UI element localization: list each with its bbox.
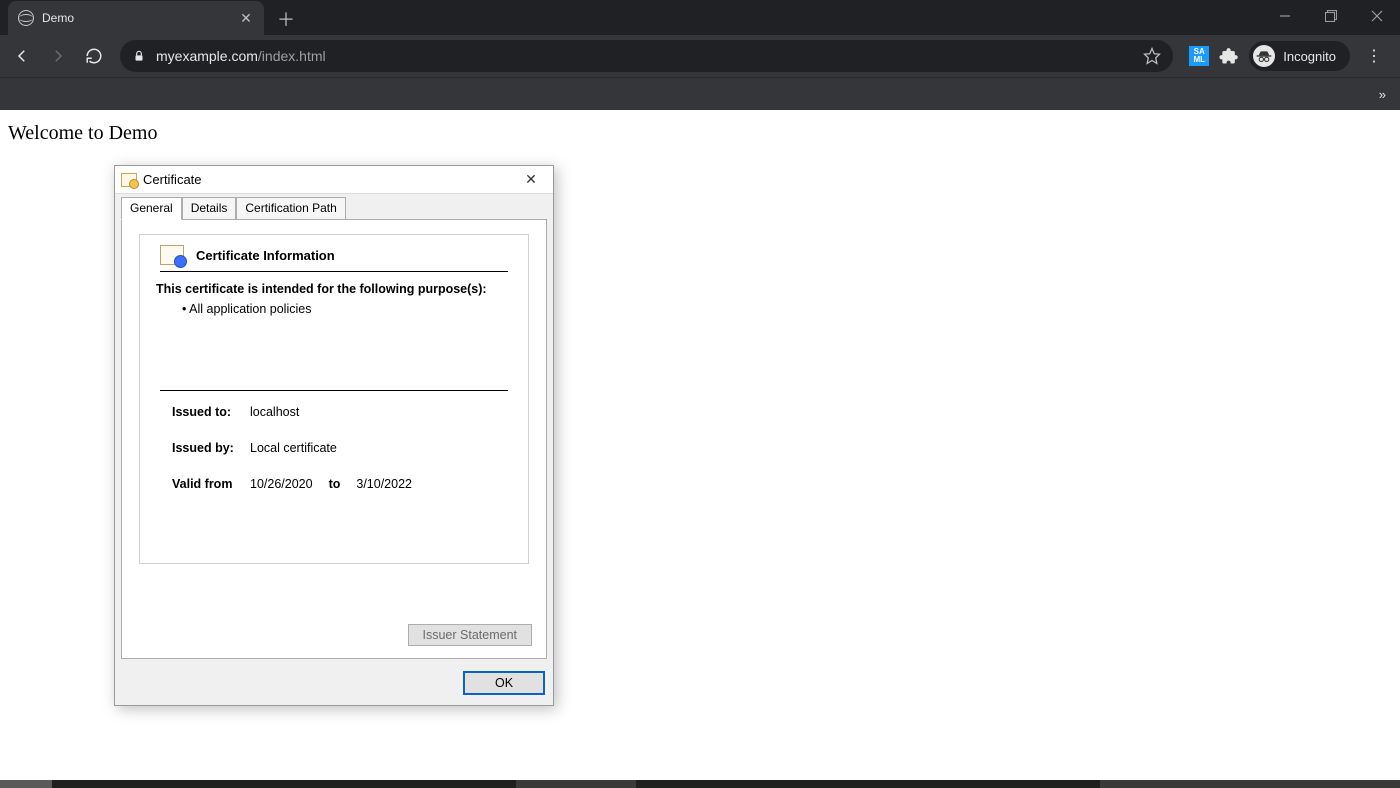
dialog-close-button[interactable]: ✕ <box>515 168 547 192</box>
incognito-icon <box>1253 45 1275 67</box>
tab-certification-path[interactable]: Certification Path <box>236 197 345 220</box>
browser-menu-button[interactable]: ⋮ <box>1360 40 1388 72</box>
certificate-large-icon <box>160 245 184 265</box>
bookmark-bar: » <box>0 77 1400 110</box>
url-text: myexample.com/index.html <box>156 48 1133 64</box>
purpose-intro: This certificate is intended for the fol… <box>156 282 512 296</box>
address-bar[interactable]: myexample.com/index.html <box>120 40 1173 72</box>
dialog-footer: OK <box>115 665 553 705</box>
purpose-list: All application policies <box>182 302 512 316</box>
issued-by-label: Issued by: <box>172 441 238 455</box>
incognito-label: Incognito <box>1283 49 1336 64</box>
tab-panel-general: Certificate Information This certificate… <box>121 219 547 659</box>
tab-general[interactable]: General <box>121 197 182 220</box>
separator <box>160 390 508 391</box>
dialog-tabs: General Details Certification Path <box>115 194 553 219</box>
ok-button[interactable]: OK <box>463 671 545 695</box>
issuer-statement-button: Issuer Statement <box>408 624 533 646</box>
reload-button[interactable] <box>78 40 110 72</box>
window-controls <box>1262 0 1400 32</box>
certificate-info-frame: Certificate Information This certificate… <box>139 234 529 564</box>
valid-from-label: Valid from <box>172 477 238 491</box>
issued-to-label: Issued to: <box>172 405 238 419</box>
dialog-titlebar[interactable]: Certificate ✕ <box>115 166 553 194</box>
certificate-icon <box>121 173 137 187</box>
issued-to-value: localhost <box>250 405 299 419</box>
saml-extension-icon[interactable]: SA ML <box>1189 46 1209 66</box>
extensions-icon[interactable] <box>1219 46 1239 66</box>
issued-by-value: Local certificate <box>250 441 337 455</box>
valid-to-value: 3/10/2022 <box>356 477 412 491</box>
taskbar-strip <box>0 780 1400 788</box>
certificate-dialog: Certificate ✕ General Details Certificat… <box>114 165 554 706</box>
purpose-item: All application policies <box>182 302 512 316</box>
new-tab-button[interactable]: ＋ <box>272 5 300 33</box>
browser-tab[interactable]: Demo ✕ <box>8 1 264 35</box>
minimize-button[interactable] <box>1262 0 1308 32</box>
back-button[interactable] <box>6 40 38 72</box>
tab-title: Demo <box>42 11 230 25</box>
tab-details[interactable]: Details <box>182 197 237 220</box>
close-tab-icon[interactable]: ✕ <box>238 10 254 26</box>
globe-icon <box>18 10 34 26</box>
url-host: myexample.com <box>156 48 258 64</box>
valid-to-separator: to <box>329 477 341 491</box>
page-viewport: Welcome to Demo Certificate ✕ General De… <box>0 110 1400 780</box>
dialog-title: Certificate <box>143 172 515 187</box>
forward-button[interactable] <box>42 40 74 72</box>
url-path: /index.html <box>258 48 326 64</box>
bookmark-overflow-icon[interactable]: » <box>1379 87 1386 102</box>
browser-toolbar: myexample.com/index.html SA ML Incognito… <box>0 35 1400 77</box>
certificate-info-heading: Certificate Information <box>196 248 335 263</box>
lock-icon <box>132 49 146 63</box>
bookmark-star-icon[interactable] <box>1143 47 1161 65</box>
page-heading: Welcome to Demo <box>0 110 1400 157</box>
close-window-button[interactable] <box>1354 0 1400 32</box>
valid-from-value: 10/26/2020 <box>250 477 313 491</box>
extension-icons: SA ML Incognito ⋮ <box>1183 40 1394 72</box>
maximize-button[interactable] <box>1308 0 1354 32</box>
browser-titlebar: Demo ✕ ＋ <box>0 0 1400 35</box>
incognito-indicator[interactable]: Incognito <box>1249 41 1350 71</box>
